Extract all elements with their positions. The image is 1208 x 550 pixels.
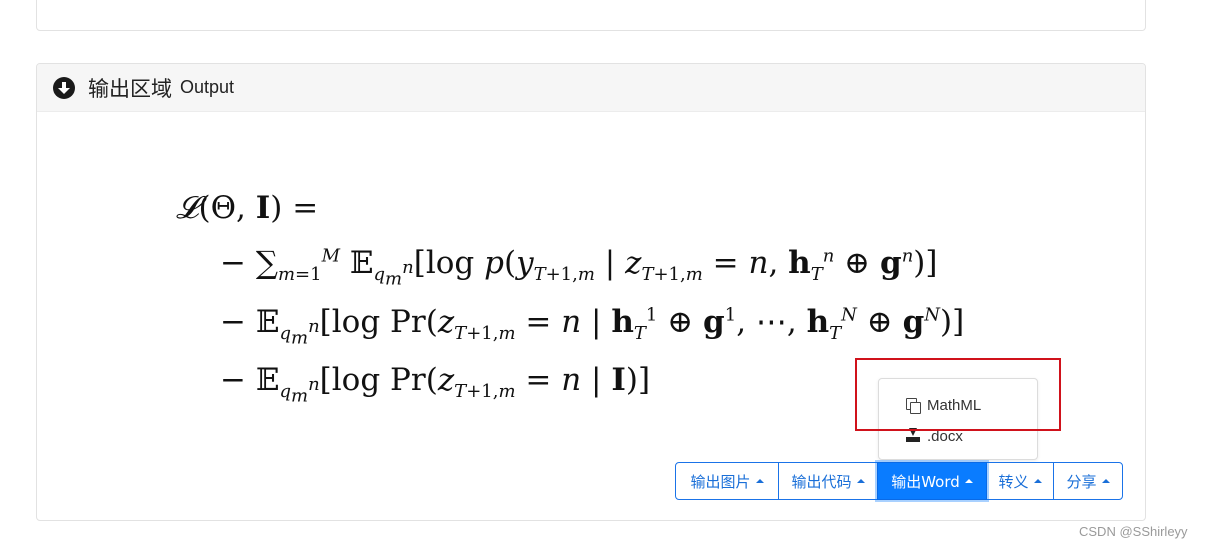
equation-line-3: − 𝔼qmn[log Pr(zT+1,m = n | hT1 ⊕ g1, ⋯, … xyxy=(220,304,965,349)
circle-arrow-down-icon[interactable] xyxy=(53,76,75,99)
escape-button[interactable]: 转义 xyxy=(986,462,1054,500)
equation-line-2: − ∑m=1M 𝔼qmn[log p(yT+1,m | zT+1,m = n, … xyxy=(220,245,938,290)
output-panel-subtitle: Output xyxy=(180,77,235,97)
annotation-highlight-box xyxy=(855,358,1061,431)
caret-up-icon xyxy=(856,479,865,483)
equation-line-4: − 𝔼qmn[log Pr(zT+1,m = n | I)] xyxy=(220,362,651,407)
output-panel-header[interactable]: 输出区域 Output xyxy=(37,64,1145,112)
button-label: 输出图片 xyxy=(690,472,751,491)
export-word-button[interactable]: 输出Word xyxy=(877,462,987,500)
share-button[interactable]: 分享 xyxy=(1053,462,1123,500)
previous-card xyxy=(36,0,1146,31)
caret-up-icon xyxy=(755,479,764,483)
button-label: 分享 xyxy=(1066,472,1097,491)
button-label: 输出Word xyxy=(891,472,960,491)
export-image-button[interactable]: 输出图片 xyxy=(675,462,779,500)
caret-up-icon xyxy=(1033,479,1042,483)
caret-up-icon xyxy=(964,479,973,483)
export-code-button[interactable]: 输出代码 xyxy=(778,462,878,500)
caret-up-icon xyxy=(1101,479,1110,483)
output-panel-title: 输出区域 xyxy=(88,76,172,101)
equation-line-1: 𝓛(Θ, I) = xyxy=(176,190,319,226)
output-toolbar: 输出图片 输出代码 输出Word 转义 分享 xyxy=(675,462,1123,500)
button-label: 转义 xyxy=(998,472,1029,491)
watermark: CSDN @SShirleyy xyxy=(1079,524,1188,539)
button-label: 输出代码 xyxy=(791,472,852,491)
